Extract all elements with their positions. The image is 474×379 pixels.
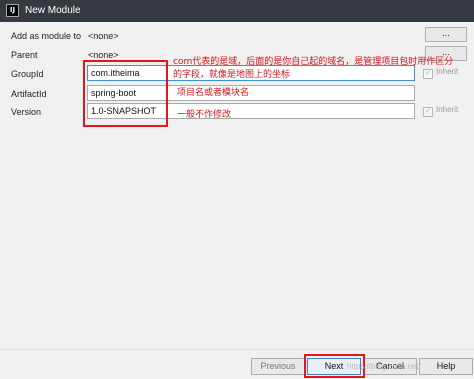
artifact-id-label: ArtifactId [11,89,47,99]
version-inherit-checkbox[interactable]: ✓ Inherit [423,105,458,117]
group-id-label: GroupId [11,69,44,79]
next-button[interactable]: Next [307,358,361,375]
parent-value: <none> [88,50,119,60]
version-annotation: 一般不作修改 [177,110,232,120]
version-field[interactable]: 1.0-SNAPSHOT [87,103,415,119]
artifact-id-field[interactable]: spring-boot [87,85,415,101]
window-title: New Module [25,5,81,16]
previous-button[interactable]: Previous [251,358,305,375]
version-inherit-label: Inherit [436,105,459,114]
help-button[interactable]: Help [419,358,473,375]
add-as-module-to-browse-button[interactable]: ... [425,27,467,42]
cancel-button[interactable]: Cancel [363,358,417,375]
group-id-annotation: com代表的是域，后面的是你自己起的域名，是管理项目包时用作区分 的字段，就像是… [173,56,469,82]
add-as-module-to-value: <none> [88,31,119,41]
title-bar: IJ New Module [0,0,474,22]
artifact-id-annotation: 项目名或者模块名 [177,88,250,98]
add-as-module-to-label: Add as module to [11,31,82,41]
version-label: Version [11,107,42,117]
intellij-app-icon: IJ [6,4,19,17]
footer-separator [0,349,474,350]
checkbox-check-icon: ✓ [423,107,433,117]
parent-label: Parent [11,50,38,60]
group-id-annotation-line1: com代表的是域，后面的是你自己起的域名，是管理项目包时用作区分 [173,57,454,67]
group-id-annotation-line2: 的字段，就像是地图上的坐标 [173,70,291,80]
